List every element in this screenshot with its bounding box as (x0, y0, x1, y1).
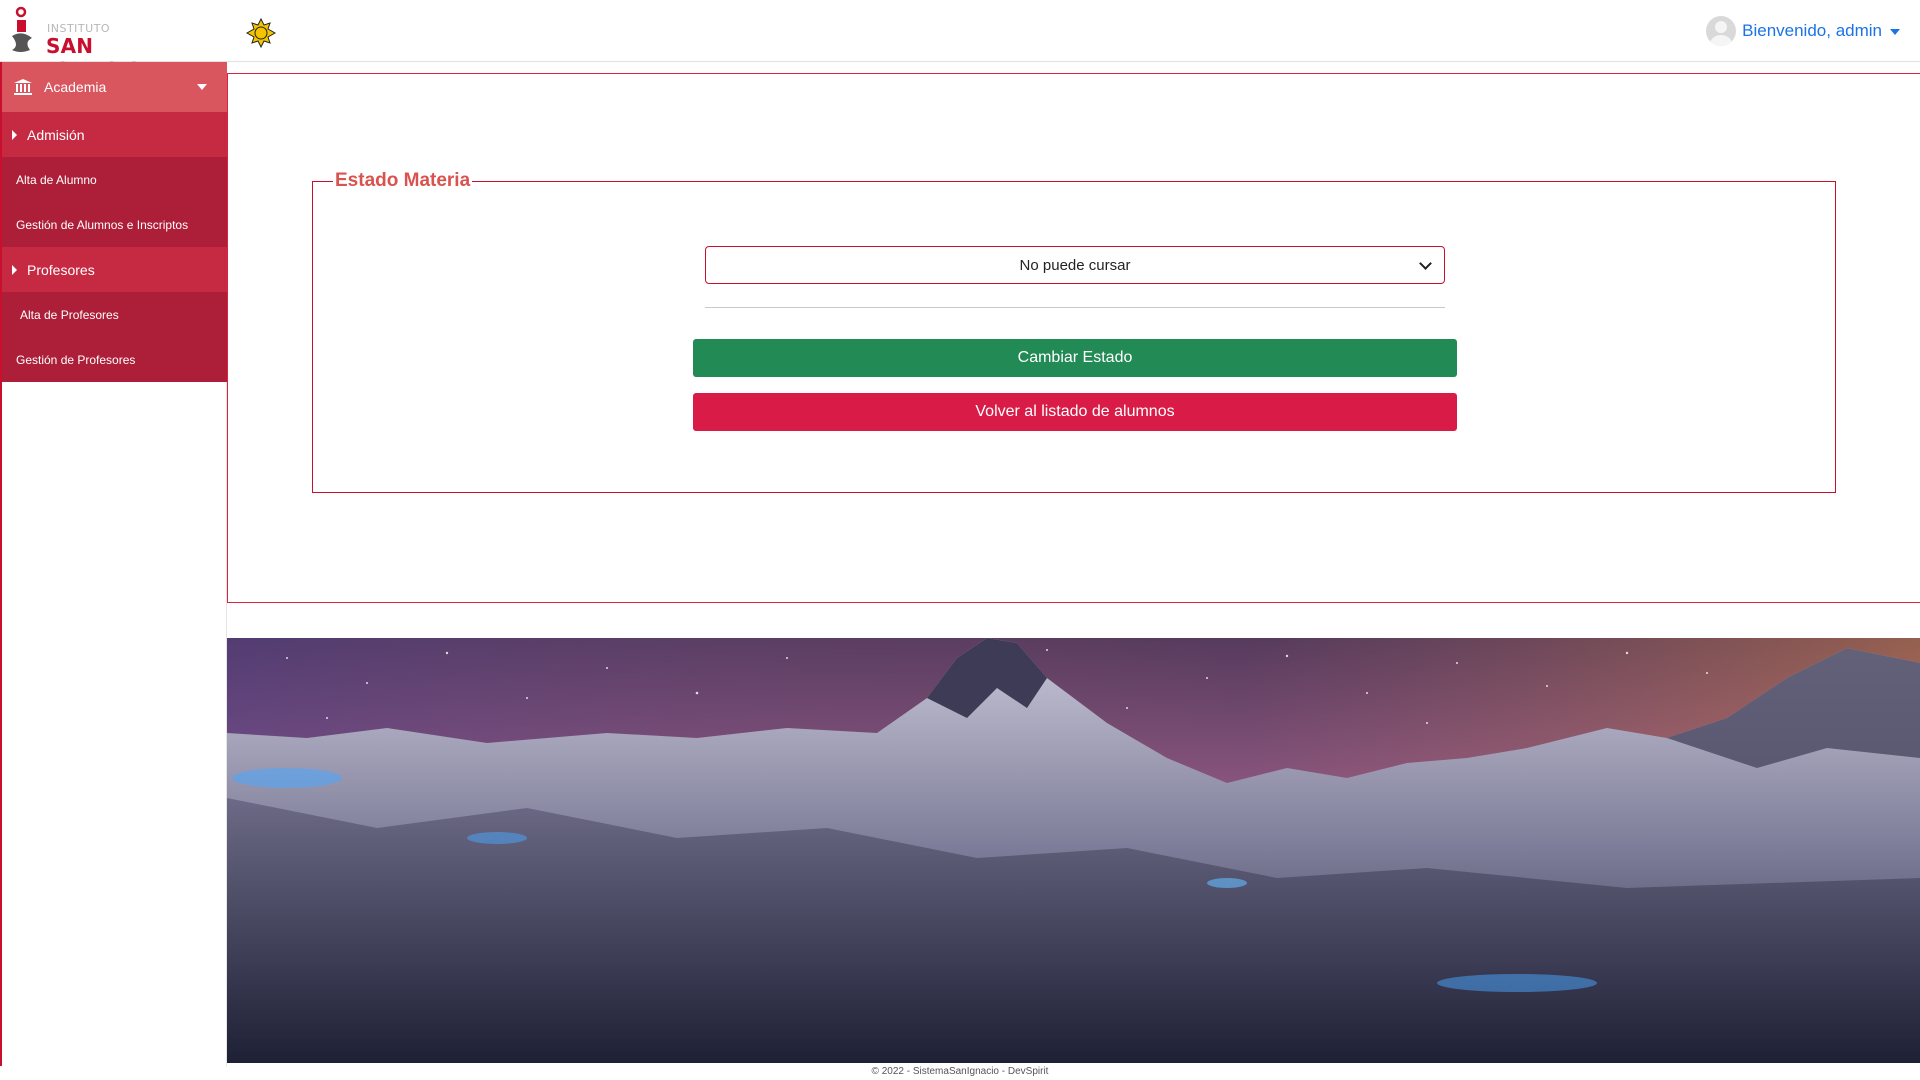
select-value: No puede cursar (1019, 256, 1131, 274)
sidebar-item-gestion-profesores[interactable]: Gestión de Profesores (2, 337, 227, 382)
logo-mark-icon (12, 6, 32, 52)
chevron-down-icon (1419, 257, 1432, 270)
user-menu-toggle[interactable]: Bienvenido, admin (1706, 16, 1900, 46)
estado-select[interactable]: No puede cursar (705, 246, 1445, 284)
chevron-down-icon (1890, 29, 1900, 35)
avatar (1706, 16, 1737, 46)
sidebar-section-profesores[interactable]: Profesores (2, 247, 227, 292)
sidebar-section-label: Admisión (27, 126, 85, 143)
brand-logo[interactable]: INSTITUTO SAN IGNACIO (4, 6, 194, 82)
sidebar: Academia Admisión Alta de Alumno Gestión… (0, 62, 227, 1066)
caret-right-icon (12, 129, 17, 140)
caret-right-icon (12, 264, 17, 275)
top-header: INSTITUTO SAN IGNACIO Bienvenido, admin (0, 0, 1920, 82)
theme-sun-icon[interactable] (246, 18, 276, 48)
footer-text: © 2022 - SistemaSanIgnacio - DevSpirit (871, 1066, 1049, 1077)
sidebar-section-admision[interactable]: Admisión (2, 112, 227, 157)
sidebar-item-gestion-alumnos[interactable]: Gestión de Alumnos e Inscriptos (2, 202, 227, 247)
estado-materia-fieldset: Estado Materia No puede cursar Cambiar E… (312, 170, 1836, 493)
sidebar-item-label: Academia (44, 79, 107, 95)
sidebar-item-alta-profesores[interactable]: Alta de Profesores (2, 292, 227, 337)
cambiar-estado-button[interactable]: Cambiar Estado (693, 339, 1457, 377)
sidebar-item-academia[interactable]: Academia (2, 62, 227, 112)
user-greeting: Bienvenido, admin (1742, 21, 1882, 40)
mountain-landscape-image (227, 638, 1920, 1063)
divider (705, 307, 1445, 308)
chevron-down-icon (197, 84, 207, 90)
fieldset-legend: Estado Materia (335, 170, 471, 191)
sidebar-item-alta-alumno[interactable]: Alta de Alumno (2, 157, 227, 202)
bank-icon (14, 79, 32, 95)
volver-listado-button[interactable]: Volver al listado de alumnos (693, 393, 1457, 431)
sidebar-submenu: Admisión Alta de Alumno Gestión de Alumn… (2, 112, 227, 382)
sidebar-section-label: Profesores (27, 261, 95, 278)
main-panel: Estado Materia No puede cursar Cambiar E… (227, 73, 1920, 603)
